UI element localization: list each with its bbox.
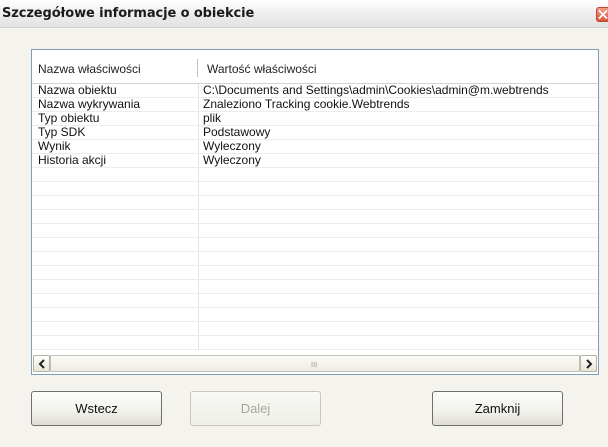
property-name-cell: Historia akcji <box>38 153 107 167</box>
table-row[interactable] <box>32 196 598 210</box>
property-name-cell: Nazwa wykrywania <box>38 97 141 111</box>
property-value-cell: Wyleczony <box>203 153 261 167</box>
table-row[interactable]: Nazwa wykrywania Znaleziono Tracking cook… <box>32 97 598 112</box>
table-row[interactable]: Typ SDK Podstawowy <box>32 125 598 140</box>
table-row[interactable] <box>32 308 598 322</box>
table-row[interactable]: Nazwa obiektu C:\Documents and Settings\a… <box>32 83 598 98</box>
table-row[interactable] <box>32 238 598 252</box>
scroll-thumb[interactable]: III <box>50 355 580 372</box>
property-name-cell: Typ SDK <box>38 125 86 139</box>
scroll-left-button[interactable] <box>33 355 50 372</box>
scroll-right-button[interactable] <box>580 355 597 372</box>
horizontal-scrollbar[interactable]: III <box>33 355 597 372</box>
close-button[interactable]: Zamknij <box>432 391 563 426</box>
property-value-cell: plik <box>203 111 222 125</box>
property-value-cell: C:\Documents and Settings\admin\Cookies\… <box>203 83 549 97</box>
property-name-cell: Nazwa obiektu <box>38 83 117 97</box>
property-name-cell: Wynik <box>38 139 71 153</box>
property-value-cell: Znaleziono Tracking cookie.Webtrends <box>203 97 410 111</box>
table-row[interactable] <box>32 224 598 238</box>
column-header-property-name[interactable]: Nazwa właściwości <box>38 62 141 76</box>
table-row[interactable] <box>32 294 598 308</box>
scroll-grip-icon: III <box>311 361 318 369</box>
table-row[interactable] <box>32 280 598 294</box>
close-window-button[interactable] <box>596 7 608 22</box>
window-title: Szczegółowe informacje o obiekcie <box>2 6 255 21</box>
dialog-window: Szczegółowe informacje o obiekcie Nazwa … <box>0 0 608 447</box>
property-value-cell: Wyleczony <box>203 139 261 153</box>
table-row[interactable]: Historia akcji Wyleczony <box>32 153 598 168</box>
next-button[interactable]: Dalej <box>190 391 321 426</box>
table-row[interactable]: Typ obiektu plik <box>32 111 598 126</box>
property-value-cell: Podstawowy <box>203 125 271 139</box>
chevron-right-icon <box>586 359 593 369</box>
table-row[interactable] <box>32 182 598 196</box>
properties-table[interactable]: Nazwa właściwości Wartość właściwości Na… <box>31 49 599 375</box>
table-row[interactable] <box>32 252 598 266</box>
close-icon <box>598 10 608 19</box>
back-button[interactable]: Wstecz <box>31 391 162 426</box>
column-header-property-value[interactable]: Wartość właściwości <box>207 62 317 76</box>
table-header: Nazwa właściwości Wartość właściwości <box>32 50 598 84</box>
table-row[interactable] <box>32 336 598 350</box>
column-divider[interactable] <box>197 59 198 77</box>
title-bar: Szczegółowe informacje o obiekcie <box>0 0 608 28</box>
table-row[interactable] <box>32 210 598 224</box>
table-row[interactable] <box>32 168 598 182</box>
table-row[interactable] <box>32 266 598 280</box>
chevron-left-icon <box>38 359 45 369</box>
table-row[interactable]: Wynik Wyleczony <box>32 139 598 154</box>
table-row[interactable] <box>32 322 598 336</box>
table-body: Nazwa obiektu C:\Documents and Settings\a… <box>32 83 598 350</box>
property-name-cell: Typ obiektu <box>38 111 100 125</box>
